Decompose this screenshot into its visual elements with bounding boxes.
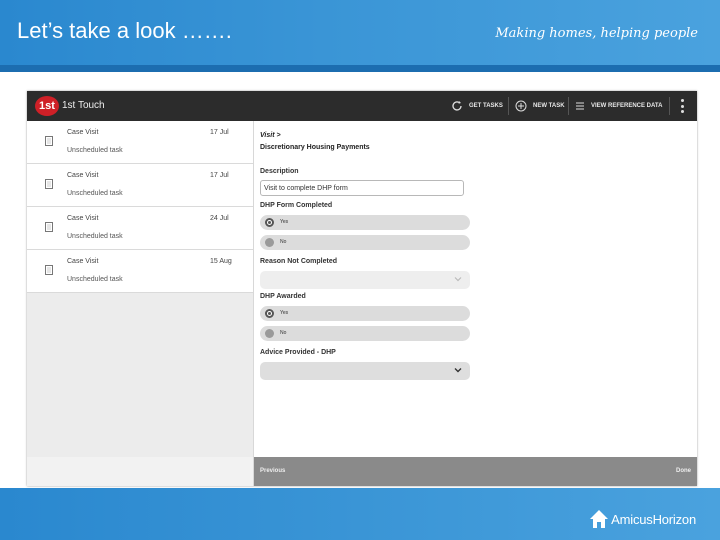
- task-subtitle: Unscheduled task: [67, 276, 123, 283]
- description-label: Description: [260, 168, 299, 175]
- get-tasks-button[interactable]: GET TASKS: [451, 97, 503, 115]
- new-task-button[interactable]: NEW TASK: [515, 97, 565, 115]
- radio-unselected-icon: [265, 329, 274, 338]
- task-list-footer: [27, 457, 254, 486]
- app-bar: 1st 1st Touch GET TASKS NEW TASK VIEW RE…: [27, 91, 697, 121]
- task-title: Case Visit: [67, 129, 99, 136]
- dhp-completed-no-option[interactable]: No: [260, 235, 470, 250]
- more-vert-icon[interactable]: [679, 99, 685, 113]
- app-logo[interactable]: 1st: [35, 96, 59, 116]
- radio-selected-icon: [265, 309, 274, 318]
- divider: [568, 97, 569, 115]
- task-subtitle: Unscheduled task: [67, 233, 123, 240]
- app-name: 1st Touch: [62, 100, 105, 111]
- advice-provided-label: Advice Provided - DHP: [260, 349, 336, 356]
- logo-text: AmicusHorizon: [611, 511, 696, 527]
- chevron-down-icon: [454, 368, 462, 373]
- new-task-label: NEW TASK: [533, 103, 565, 109]
- task-date: 15 Aug: [210, 258, 232, 265]
- chevron-down-icon: [454, 277, 462, 282]
- slide-tagline: Making homes, helping people: [495, 26, 698, 41]
- divider: [669, 97, 670, 115]
- task-list-item[interactable]: Case Visit Unscheduled task 17 Jul: [27, 121, 253, 164]
- task-list: Case Visit Unscheduled task 17 Jul Case …: [27, 121, 254, 457]
- task-form: Visit > Discretionary Housing Payments D…: [254, 121, 697, 457]
- option-label: No: [280, 330, 287, 336]
- task-list-item[interactable]: Case Visit Unscheduled task 17 Jul: [27, 164, 253, 207]
- task-title: Case Visit: [67, 258, 99, 265]
- task-title: Case Visit: [67, 215, 99, 222]
- task-list-item[interactable]: Case Visit Unscheduled task 24 Jul: [27, 207, 253, 250]
- house-icon: [590, 510, 609, 528]
- dhp-completed-yes-option[interactable]: Yes: [260, 215, 470, 230]
- slide-title: Let’s take a look …….: [17, 18, 232, 43]
- list-icon: [576, 102, 584, 110]
- dhp-completed-label: DHP Form Completed: [260, 202, 333, 209]
- dhp-awarded-no-option[interactable]: No: [260, 326, 470, 341]
- task-subtitle: Unscheduled task: [67, 190, 123, 197]
- radio-unselected-icon: [265, 238, 274, 247]
- document-icon: [45, 222, 53, 232]
- company-logo: AmicusHorizon: [589, 509, 696, 529]
- dhp-awarded-label: DHP Awarded: [260, 293, 306, 300]
- add-circle-icon: [515, 100, 527, 112]
- reason-not-completed-select[interactable]: [260, 271, 470, 289]
- document-icon: [45, 136, 53, 146]
- done-button[interactable]: Done: [676, 468, 691, 474]
- view-reference-data-button[interactable]: VIEW REFERENCE DATA: [575, 97, 662, 115]
- document-icon: [45, 179, 53, 189]
- option-label: No: [280, 239, 287, 245]
- previous-button[interactable]: Previous: [260, 468, 285, 474]
- option-label: Yes: [280, 310, 289, 316]
- task-subtitle: Unscheduled task: [67, 147, 123, 154]
- task-date: 17 Jul: [210, 172, 229, 179]
- task-date: 24 Jul: [210, 215, 229, 222]
- document-icon: [45, 265, 53, 275]
- task-list-item[interactable]: Case Visit Unscheduled task 15 Aug: [27, 250, 253, 293]
- divider: [508, 97, 509, 115]
- option-label: Yes: [280, 219, 289, 225]
- form-heading: Discretionary Housing Payments: [260, 144, 370, 151]
- slide-header-bar: [0, 65, 720, 72]
- app-window: 1st 1st Touch GET TASKS NEW TASK VIEW RE…: [27, 91, 697, 486]
- task-date: 17 Jul: [210, 129, 229, 136]
- description-input[interactable]: Visit to complete DHP form: [260, 180, 464, 196]
- task-title: Case Visit: [67, 172, 99, 179]
- breadcrumb[interactable]: Visit >: [260, 132, 281, 139]
- reason-not-completed-label: Reason Not Completed: [260, 258, 338, 265]
- get-tasks-label: GET TASKS: [469, 103, 503, 109]
- form-footer-bar: Previous Done: [254, 457, 697, 486]
- view-reference-data-label: VIEW REFERENCE DATA: [591, 103, 663, 109]
- refresh-icon: [452, 101, 462, 111]
- dhp-awarded-yes-option[interactable]: Yes: [260, 306, 470, 321]
- radio-selected-icon: [265, 218, 274, 227]
- advice-provided-select[interactable]: [260, 362, 470, 380]
